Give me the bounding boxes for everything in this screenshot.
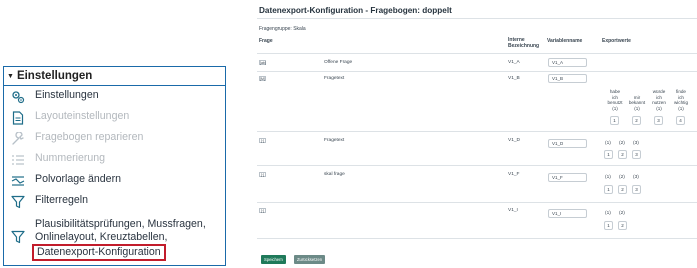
filter-icon [10,194,26,210]
settings-menu: Einstellungen Layouteinstellungen Frageb… [4,89,225,265]
export-label: (2) [619,211,625,216]
datenexport-form: Datenexport-Konfiguration - Fragebogen: … [257,4,697,268]
save-button[interactable]: Speichern [261,255,286,264]
export-label: (1) [605,175,611,180]
export-value-input[interactable]: 2 [618,150,627,159]
export-label: (2) [619,175,625,180]
export-label-line4: (1) [656,105,662,111]
export-label-line3: benutzt [607,100,623,105]
export-value-input[interactable]: 1 [604,185,613,194]
settings-panel: ▼ Einstellungen Einstellungen Layouteins… [3,66,226,266]
gears-icon [10,89,26,105]
export-value-input[interactable]: 3 [654,116,663,125]
export-label-line4: (1) [678,105,684,111]
export-value-input[interactable]: 4 [676,116,685,125]
menu-item-label-line1: Plausibilitätsprüfungen, Mussfragen, [35,218,206,230]
table-divider [257,165,697,166]
export-value-input[interactable]: 2 [618,221,627,230]
export-label-line4: (1) [634,105,640,111]
page-title: Datenexport-Konfiguration - Fragebogen: … [259,6,452,15]
export-label: (3) [633,141,639,146]
question-text: Fragetext [324,76,345,81]
internal-name: V1_B [508,76,520,81]
wrench-icon [10,131,26,147]
export-label: finde ich wichtig (1) [671,89,691,111]
menu-item-einstellungen[interactable]: Einstellungen [4,89,225,110]
table-divider [257,131,697,132]
export-value-input[interactable]: 1 [604,150,613,159]
variable-name-input[interactable]: V1_I [548,209,587,218]
menu-item-label: Fragebogen reparieren [35,131,144,143]
pole-template-icon [10,173,26,189]
menu-item-label: Layouteinstellungen [35,110,130,122]
menu-item-label: Einstellungen [35,89,99,101]
menu-item-label: Plausibilitätsprüfungen, Mussfragen, Onl… [32,218,206,261]
column-header-exportwerte: Exportwerte [602,38,631,44]
export-label: (3) [633,175,639,180]
export-value-input[interactable]: 3 [632,150,641,159]
menu-item-fragebogen-reparieren[interactable]: Fragebogen reparieren [4,131,225,152]
export-label: habe ich benutzt (1) [605,89,625,111]
numbered-list-icon [10,152,26,168]
settings-panel-header[interactable]: ▼ Einstellungen [4,67,225,86]
question-text: Offene Frage [324,60,353,65]
variable-name-input[interactable]: V1_B [548,74,587,83]
column-header-interne-line2: Bezeichnung [508,43,540,49]
column-header-frage: Frage [259,38,273,44]
menu-item-label-line2: Onlinelayout, Kreuztabellen, [35,231,168,243]
export-label: (2) [619,141,625,146]
table-divider [257,53,697,54]
table-divider [257,238,697,239]
table-divider [257,202,697,203]
settings-panel-title: Einstellungen [16,70,93,82]
question-type-icon: [·] [259,208,266,213]
caret-down-icon[interactable]: ▼ [7,73,14,80]
internal-name: V1_I [508,208,518,213]
question-type-icon: [·] [259,172,266,177]
menu-item-label: Polvorlage ändern [35,173,121,185]
export-value-input[interactable]: 2 [632,116,641,125]
internal-name: V1_D [508,138,520,143]
menu-item-label: Nummerierung [35,152,106,164]
question-text: Fragetext [324,138,345,143]
internal-name: V1_A [508,60,520,65]
table-divider [257,71,697,72]
document-icon [10,110,26,126]
export-label-line3: wichtig [673,100,689,105]
export-label-line3: bekannt [628,100,646,105]
export-value-input[interactable]: 1 [610,116,619,125]
menu-item-polvorlage-aendern[interactable]: Polvorlage ändern [4,173,225,194]
variable-name-input[interactable]: V1_F [548,173,587,182]
column-header-variablenname: Variablenname [547,38,583,44]
column-header-interne: Interne Bezeichnung [508,37,539,49]
export-label: würde ich nutzen (1) [649,89,669,111]
export-value-input[interactable]: 1 [604,221,613,230]
question-type-icon: [ab] [259,60,266,65]
reset-button[interactable]: Zurücksetzen [294,255,326,264]
export-label: (1) [605,211,611,216]
filter-icon [10,229,26,245]
export-label: (1) [605,141,611,146]
menu-item-plausibilitaetspruefungen[interactable]: Plausibilitätsprüfungen, Mussfragen, Onl… [4,218,225,265]
export-value-input[interactable]: 3 [632,185,641,194]
divider [257,18,697,19]
question-type-icon: [·] [259,138,266,143]
internal-name: V1_F [508,172,520,177]
datenexport-konfiguration-link[interactable]: Datenexport-Konfiguration [32,244,166,261]
variable-name-input[interactable]: V1_D [548,139,587,148]
menu-item-layouteinstellungen[interactable]: Layouteinstellungen [4,110,225,131]
menu-item-filterregeln[interactable]: Filterregeln [4,194,225,215]
menu-item-label: Filterregeln [35,194,88,206]
variable-name-input[interactable]: V1_A [548,58,587,67]
menu-item-nummerierung[interactable]: Nummerierung [4,152,225,173]
export-label-line4: (1) [612,105,618,111]
export-value-input[interactable]: 2 [618,185,627,194]
question-text: skal frage [324,172,345,177]
question-type-icon: [M] [259,76,266,81]
group-label: Fragengruppe: Skala [259,26,306,32]
export-label: mir bekannt (1) [627,89,647,111]
